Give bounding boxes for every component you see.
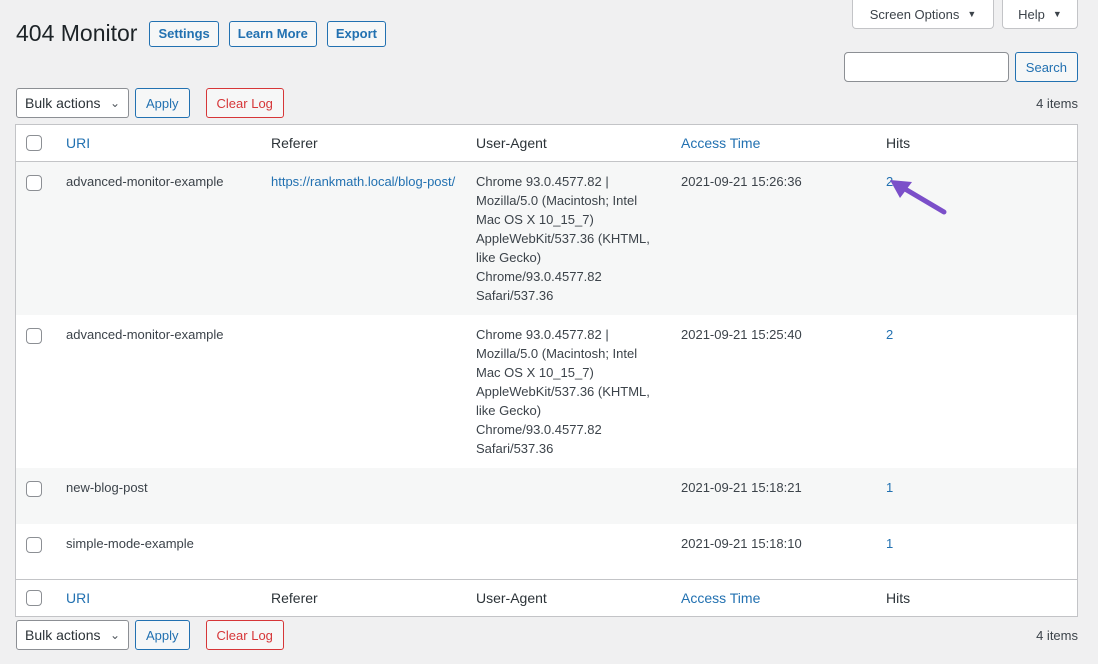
tablenav-top: Bulk actions ⌄ Apply Clear Log 4 items — [16, 88, 1078, 118]
row-referer — [263, 468, 468, 524]
row-referer — [263, 315, 468, 468]
row-user-agent — [468, 524, 673, 580]
column-uri[interactable]: URI — [66, 590, 90, 606]
screen-meta: Screen Options ▼ Help ▼ — [852, 0, 1078, 29]
caret-down-icon: ▼ — [1052, 9, 1062, 19]
column-access-time[interactable]: Access Time — [681, 590, 760, 606]
table-footer-row: URI Referer User-Agent Access Time Hits — [16, 579, 1077, 616]
clear-log-button[interactable]: Clear Log — [205, 620, 284, 650]
items-count: 4 items — [1036, 627, 1078, 643]
screen-options-button[interactable]: Screen Options ▼ — [852, 0, 994, 29]
settings-button[interactable]: Settings — [149, 20, 219, 47]
column-user-agent: User-Agent — [476, 134, 547, 151]
row-access-time: 2021-09-21 15:18:10 — [681, 535, 802, 551]
column-hits: Hits — [886, 134, 911, 151]
column-hits: Hits — [886, 589, 911, 606]
column-uri[interactable]: URI — [66, 135, 90, 151]
clear-log-button[interactable]: Clear Log — [205, 88, 284, 118]
row-user-agent — [468, 468, 673, 524]
row-hits-link[interactable]: 1 — [886, 536, 893, 551]
row-checkbox[interactable] — [26, 328, 42, 345]
row-access-time: 2021-09-21 15:18:21 — [681, 479, 802, 495]
row-referer-link[interactable]: https://rankmath.local/blog-post/ — [271, 174, 455, 189]
help-button[interactable]: Help ▼ — [1002, 0, 1078, 29]
row-uri: new-blog-post — [66, 479, 148, 495]
column-referer: Referer — [271, 134, 318, 151]
column-referer: Referer — [271, 589, 318, 606]
select-all-checkbox[interactable] — [26, 135, 42, 152]
row-access-time: 2021-09-21 15:26:36 — [681, 173, 802, 189]
bulk-actions-select[interactable]: Bulk actions ⌄ — [16, 620, 129, 650]
column-user-agent: User-Agent — [476, 589, 547, 606]
bulk-actions-label: Bulk actions — [25, 95, 101, 111]
chevron-down-icon: ⌄ — [109, 628, 120, 642]
search-button[interactable]: Search — [1014, 52, 1078, 82]
row-checkbox[interactable] — [26, 175, 42, 192]
help-label: Help — [1018, 6, 1045, 22]
search-box: Search — [843, 52, 1078, 82]
row-access-time: 2021-09-21 15:25:40 — [681, 326, 802, 342]
table-header-row: URI Referer User-Agent Access Time Hits — [16, 125, 1077, 161]
search-input[interactable] — [843, 52, 1009, 82]
tablenav-bottom: Bulk actions ⌄ Apply Clear Log 4 items — [16, 620, 1078, 650]
row-user-agent: Chrome 93.0.4577.82 | Mozilla/5.0 (Macin… — [476, 326, 650, 456]
column-access-time[interactable]: Access Time — [681, 135, 760, 151]
select-all-cell — [16, 580, 58, 616]
screen-options-label: Screen Options — [869, 6, 960, 22]
row-hits-link[interactable]: 2 — [886, 327, 893, 342]
row-uri: advanced-monitor-example — [66, 173, 224, 189]
export-button[interactable]: Export — [326, 20, 387, 47]
page-title: 404 Monitor — [16, 20, 138, 46]
table-row: advanced-monitor-example Chrome 93.0.457… — [16, 315, 1077, 468]
apply-button[interactable]: Apply — [135, 620, 190, 650]
table-row: simple-mode-example 2021-09-21 15:18:10 … — [16, 524, 1077, 580]
table-row: new-blog-post 2021-09-21 15:18:21 1 — [16, 467, 1077, 524]
bulk-actions-label: Bulk actions — [25, 627, 101, 643]
select-all-checkbox[interactable] — [26, 590, 42, 607]
select-all-cell — [16, 125, 58, 161]
apply-button[interactable]: Apply — [135, 88, 190, 118]
learn-more-button[interactable]: Learn More — [228, 20, 317, 47]
page-header: 404 Monitor Settings Learn More Export — [16, 20, 396, 47]
row-uri: advanced-monitor-example — [66, 326, 224, 342]
row-referer — [263, 524, 468, 580]
bulk-actions-select[interactable]: Bulk actions ⌄ — [16, 88, 129, 118]
row-hits-link[interactable]: 1 — [886, 480, 893, 495]
row-checkbox[interactable] — [26, 481, 42, 498]
chevron-down-icon: ⌄ — [109, 96, 120, 110]
annotation-arrow-icon — [890, 180, 947, 215]
caret-down-icon: ▼ — [967, 9, 977, 19]
items-count: 4 items — [1036, 95, 1078, 111]
row-user-agent: Chrome 93.0.4577.82 | Mozilla/5.0 (Macin… — [476, 173, 650, 303]
row-uri: simple-mode-example — [66, 535, 194, 551]
row-checkbox[interactable] — [26, 537, 42, 554]
